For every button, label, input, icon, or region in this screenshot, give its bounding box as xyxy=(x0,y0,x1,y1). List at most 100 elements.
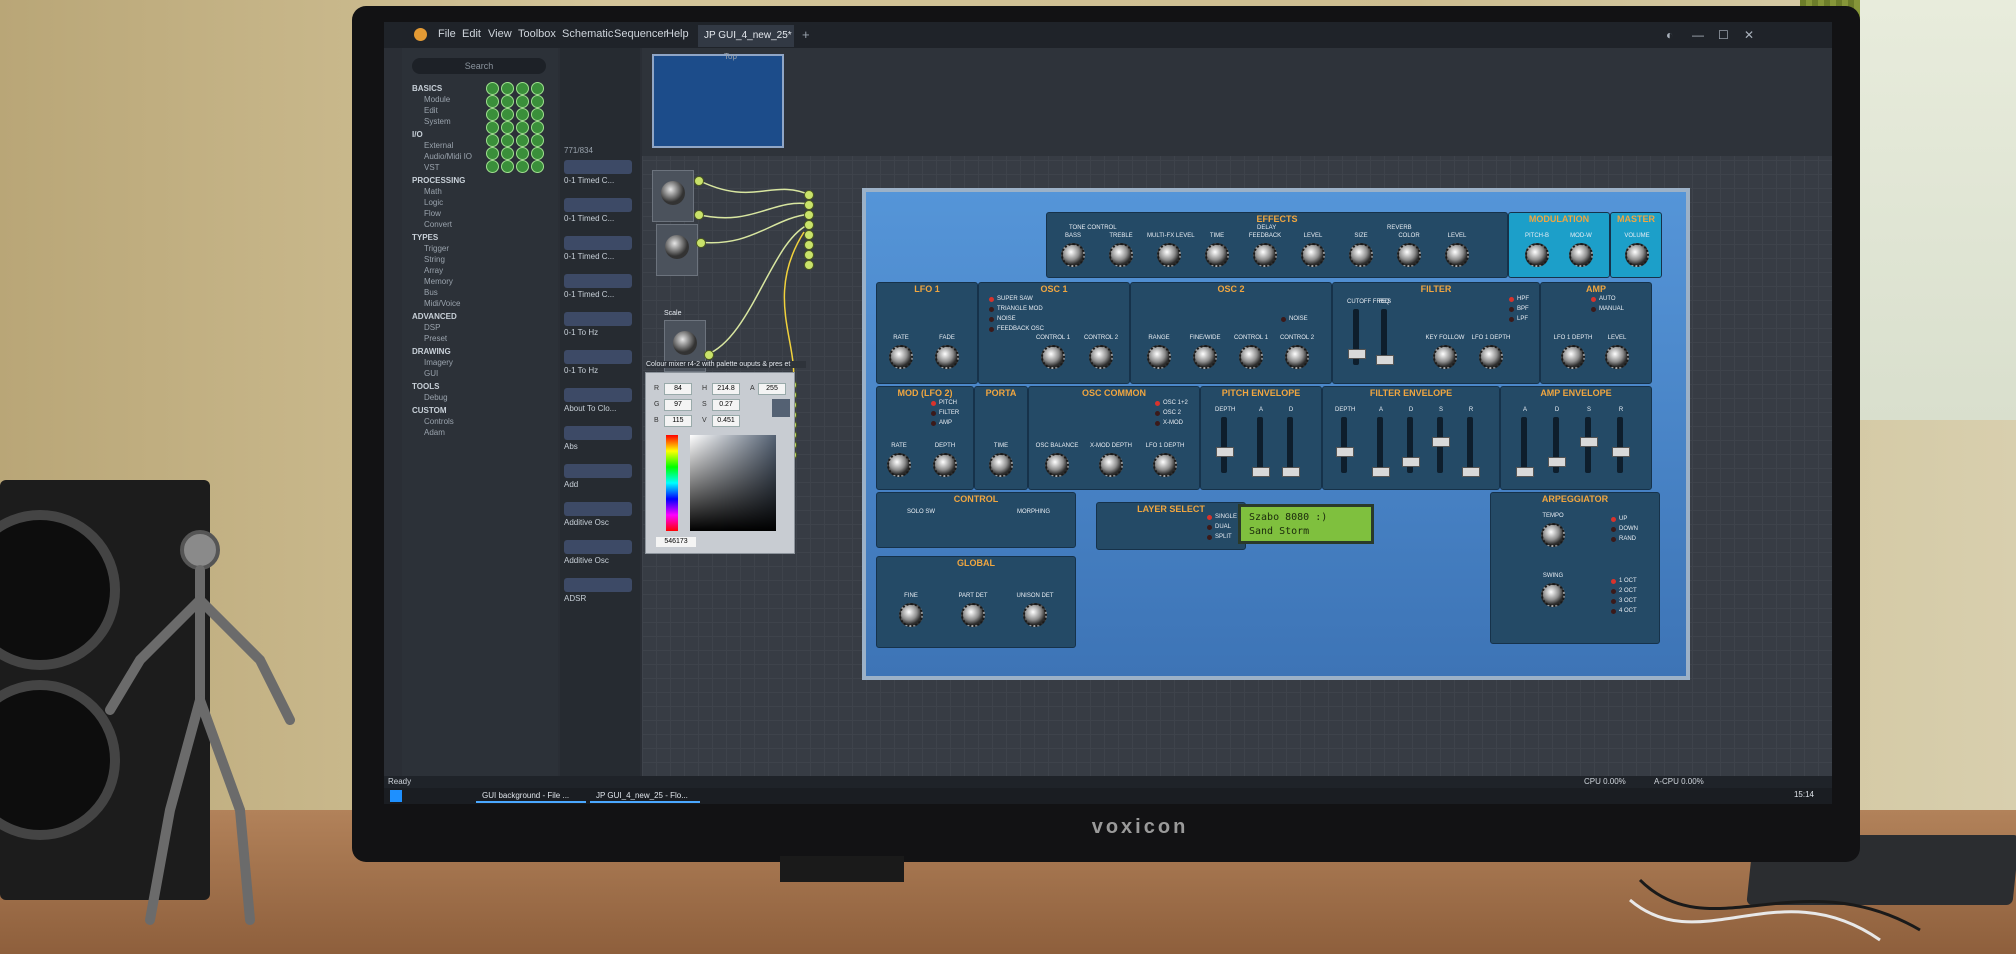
palette-component-icon[interactable] xyxy=(486,108,499,121)
category-item[interactable]: GUI xyxy=(424,369,438,378)
palette-component-icon[interactable] xyxy=(486,95,499,108)
new-tab-button[interactable]: + xyxy=(802,27,810,42)
saturation-value-picker[interactable] xyxy=(690,435,776,531)
library-thumbnail[interactable] xyxy=(564,578,632,592)
s-field[interactable]: 0.27 xyxy=(712,399,740,411)
knob[interactable] xyxy=(1041,345,1065,369)
synth-input-pin[interactable] xyxy=(804,190,814,200)
led-indicator[interactable] xyxy=(989,327,994,332)
led-indicator[interactable] xyxy=(1591,307,1596,312)
synth-input-pin[interactable] xyxy=(804,220,814,230)
slider[interactable] xyxy=(1402,417,1420,473)
knob[interactable] xyxy=(961,603,985,627)
library-thumbnail[interactable] xyxy=(564,426,632,440)
slider-cap[interactable] xyxy=(1216,447,1234,457)
category-item[interactable]: String xyxy=(424,255,445,264)
led-indicator[interactable] xyxy=(1509,317,1514,322)
category-item[interactable]: System xyxy=(424,117,451,126)
led-indicator[interactable] xyxy=(989,297,994,302)
close-button[interactable]: ✕ xyxy=(1744,28,1754,42)
slider[interactable] xyxy=(1376,309,1394,365)
knob[interactable] xyxy=(1301,243,1325,267)
palette-component-icon[interactable] xyxy=(516,108,529,121)
slider-cap[interactable] xyxy=(1282,467,1300,477)
category-types[interactable]: TYPES xyxy=(412,233,438,242)
category-item[interactable]: Flow xyxy=(424,209,441,218)
led-indicator[interactable] xyxy=(1509,307,1514,312)
a-field[interactable]: 255 xyxy=(758,383,786,395)
synth-input-pin[interactable] xyxy=(804,240,814,250)
led-indicator[interactable] xyxy=(1509,297,1514,302)
v-field[interactable]: 0.451 xyxy=(712,415,740,427)
slider[interactable] xyxy=(1612,417,1630,473)
synth-input-pin[interactable] xyxy=(804,200,814,210)
library-thumbnail[interactable] xyxy=(564,464,632,478)
category-advanced[interactable]: ADVANCED xyxy=(412,312,457,321)
category-item[interactable]: Edit xyxy=(424,106,438,115)
led-indicator[interactable] xyxy=(1155,411,1160,416)
category-item[interactable]: Logic xyxy=(424,198,443,207)
palette-component-icon[interactable] xyxy=(501,95,514,108)
color-mixer[interactable]: Colour mixer r4-2 with palette ouputs & … xyxy=(645,361,806,554)
led-indicator[interactable] xyxy=(1611,579,1616,584)
category-item[interactable]: DSP xyxy=(424,323,440,332)
navigator-thumbnail[interactable]: Top xyxy=(652,52,784,148)
knob[interactable] xyxy=(1099,453,1123,477)
category-item[interactable]: VST xyxy=(424,163,440,172)
slider[interactable] xyxy=(1252,417,1270,477)
slider[interactable] xyxy=(1516,417,1534,477)
menu-view[interactable]: View xyxy=(488,28,512,40)
search-input[interactable]: Search xyxy=(412,58,546,74)
g-field[interactable]: 97 xyxy=(664,399,692,411)
library-item[interactable]: 0-1 To Hz xyxy=(564,366,636,375)
slider[interactable] xyxy=(1282,417,1300,477)
category-tools[interactable]: TOOLS xyxy=(412,382,439,391)
palette-component-icon[interactable] xyxy=(501,160,514,173)
palette-component-icon[interactable] xyxy=(531,121,544,134)
theme-icon[interactable]: ◐ xyxy=(1666,28,1673,42)
slider-cap[interactable] xyxy=(1402,457,1420,467)
led-indicator[interactable] xyxy=(931,401,936,406)
menu-file[interactable]: File xyxy=(438,28,456,40)
knob[interactable] xyxy=(1569,243,1593,267)
taskbar-item[interactable]: JP GUI_4_new_25 - Flo... xyxy=(590,789,700,803)
palette-component-icon[interactable] xyxy=(531,134,544,147)
slider-cap[interactable] xyxy=(1516,467,1534,477)
knob-module[interactable] xyxy=(652,170,694,222)
slider[interactable] xyxy=(1216,417,1234,473)
knob[interactable] xyxy=(1525,243,1549,267)
category-processing[interactable]: PROCESSING xyxy=(412,176,465,185)
category-item[interactable]: Trigger xyxy=(424,244,449,253)
led-indicator[interactable] xyxy=(1155,421,1160,426)
category-item[interactable]: Module xyxy=(424,95,450,104)
library-thumbnail[interactable] xyxy=(564,236,632,250)
slider-cap[interactable] xyxy=(1372,467,1390,477)
library-item[interactable]: About To Clo... xyxy=(564,404,636,413)
palette-component-icon[interactable] xyxy=(486,160,499,173)
connector[interactable] xyxy=(694,176,704,186)
menu-sequencer[interactable]: Sequencer xyxy=(614,28,667,40)
library-thumbnail[interactable] xyxy=(564,160,632,174)
menu-toolbox[interactable]: Toolbox xyxy=(518,28,556,40)
led-indicator[interactable] xyxy=(931,421,936,426)
knob[interactable] xyxy=(1625,243,1649,267)
category-item[interactable]: Audio/Midi IO xyxy=(424,152,472,161)
category-item[interactable]: Midi/Voice xyxy=(424,299,460,308)
menu-help[interactable]: Help xyxy=(666,28,689,40)
palette-component-icon[interactable] xyxy=(516,121,529,134)
library-item[interactable]: 0-1 Timed C... xyxy=(564,252,636,261)
knob[interactable] xyxy=(889,345,913,369)
slider-cap[interactable] xyxy=(1548,457,1566,467)
slider[interactable] xyxy=(1348,309,1366,365)
led-indicator[interactable] xyxy=(1611,599,1616,604)
knob[interactable] xyxy=(1109,243,1133,267)
palette-component-icon[interactable] xyxy=(486,121,499,134)
library-item[interactable]: ADSR xyxy=(564,594,636,603)
palette-component-icon[interactable] xyxy=(501,108,514,121)
palette-component-icon[interactable] xyxy=(516,95,529,108)
library-item[interactable]: 0-1 Timed C... xyxy=(564,176,636,185)
menu-edit[interactable]: Edit xyxy=(462,28,481,40)
knob[interactable] xyxy=(1561,345,1585,369)
led-indicator[interactable] xyxy=(1281,317,1286,322)
synth-input-pin[interactable] xyxy=(804,250,814,260)
